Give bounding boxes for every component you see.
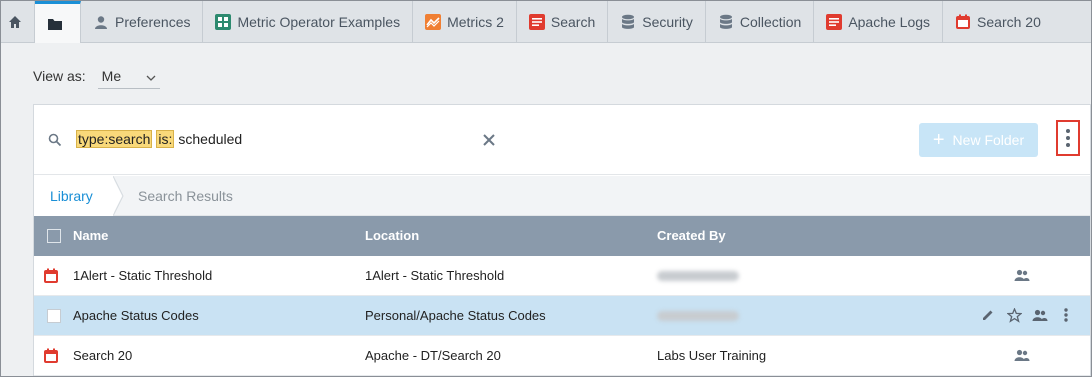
- clear-search-icon[interactable]: [480, 131, 498, 149]
- search-doc-icon: [826, 14, 843, 30]
- tab-search[interactable]: Search: [517, 1, 609, 43]
- calendar-icon: [43, 348, 59, 364]
- search-doc-icon: [528, 14, 545, 30]
- calendar-icon: [43, 268, 59, 284]
- library-panel: type:search is: scheduled + New Folder L…: [33, 104, 1091, 376]
- metrics-icon: [425, 14, 442, 30]
- search-input[interactable]: type:search is: scheduled: [76, 130, 242, 148]
- row-location: Apache - DT/Search 20: [365, 348, 501, 363]
- share-users-icon[interactable]: [1032, 307, 1048, 323]
- row-name[interactable]: Search 20: [73, 348, 132, 363]
- redacted-creator: [657, 271, 739, 281]
- tab-label: Metrics 2: [447, 14, 504, 30]
- search-token: type:search: [76, 130, 153, 148]
- database-icon: [718, 14, 734, 30]
- tab-search-20[interactable]: Search 20: [943, 1, 1053, 43]
- tab-home[interactable]: [1, 1, 35, 43]
- row-name[interactable]: Apache Status Codes: [73, 308, 199, 323]
- column-name[interactable]: Name: [73, 228, 108, 243]
- view-as-label: View as:: [33, 68, 86, 84]
- breadcrumb-library[interactable]: Library: [34, 176, 114, 216]
- tab-bar: Preferences Metric Operator Examples Met…: [1, 1, 1091, 43]
- plus-icon: +: [932, 128, 945, 151]
- column-created-by[interactable]: Created By: [657, 228, 726, 243]
- new-folder-label: New Folder: [952, 132, 1025, 148]
- search-row: type:search is: scheduled + New Folder: [34, 105, 1090, 175]
- tab-label: Preferences: [115, 14, 191, 30]
- chevron-down-icon: [146, 68, 156, 84]
- table-row[interactable]: 1Alert - Static Threshold 1Alert - Stati…: [34, 256, 1090, 296]
- folder-icon: [47, 16, 63, 32]
- tab-label: Metric Operator Examples: [237, 14, 401, 30]
- database-icon: [620, 14, 636, 30]
- tab-label: Collection: [739, 14, 802, 30]
- tab-library[interactable]: [35, 1, 81, 43]
- more-options-icon[interactable]: [1056, 120, 1080, 156]
- row-checkbox[interactable]: [47, 309, 61, 323]
- row-name[interactable]: 1Alert - Static Threshold: [73, 268, 212, 283]
- tab-label: Search 20: [977, 14, 1041, 30]
- shared-users-icon: [1014, 347, 1030, 363]
- star-icon[interactable]: [1006, 307, 1022, 323]
- tab-preferences[interactable]: Preferences: [81, 1, 204, 43]
- search-token: is:: [156, 130, 175, 148]
- edit-pencil-icon[interactable]: [980, 307, 996, 323]
- view-as-select[interactable]: Me: [97, 63, 160, 89]
- tab-security[interactable]: Security: [608, 1, 706, 43]
- table-row[interactable]: Search 20 Apache - DT/Search 20 Labs Use…: [34, 336, 1090, 376]
- app-window: Preferences Metric Operator Examples Met…: [0, 0, 1092, 377]
- tab-label: Search: [550, 14, 596, 30]
- search-icon: [48, 133, 62, 147]
- column-location[interactable]: Location: [365, 228, 419, 243]
- user-icon: [93, 14, 109, 30]
- tab-collection[interactable]: Collection: [706, 1, 815, 43]
- breadcrumb-search-results[interactable]: Search Results: [138, 176, 233, 216]
- select-all-checkbox[interactable]: [47, 229, 61, 243]
- tab-apache-logs[interactable]: Apache Logs: [814, 1, 944, 43]
- breadcrumb: Library Search Results: [34, 176, 1090, 216]
- new-folder-button[interactable]: + New Folder: [919, 123, 1038, 157]
- shared-users-icon: [1014, 267, 1030, 283]
- row-location: 1Alert - Static Threshold: [365, 268, 505, 283]
- view-as-value: Me: [101, 67, 122, 84]
- redacted-creator: [657, 311, 739, 321]
- calendar-icon: [955, 14, 971, 30]
- tab-metric-operator-examples[interactable]: Metric Operator Examples: [203, 1, 414, 43]
- row-location: Personal/Apache Status Codes: [365, 308, 546, 323]
- search-text: scheduled: [178, 131, 243, 147]
- home-icon: [7, 14, 23, 30]
- table-header: Name Location Created By: [34, 216, 1090, 256]
- view-as: View as: Me: [33, 63, 160, 89]
- tab-metrics-2[interactable]: Metrics 2: [413, 1, 517, 43]
- breadcrumb-separator-line: [113, 176, 124, 216]
- tab-label: Apache Logs: [848, 14, 931, 30]
- row-more-options-icon[interactable]: [1058, 307, 1074, 323]
- row-created-by: Labs User Training: [657, 348, 767, 363]
- tab-label: Security: [642, 14, 693, 30]
- dashboard-icon: [215, 14, 232, 30]
- table-row[interactable]: Apache Status Codes Personal/Apache Stat…: [34, 296, 1090, 336]
